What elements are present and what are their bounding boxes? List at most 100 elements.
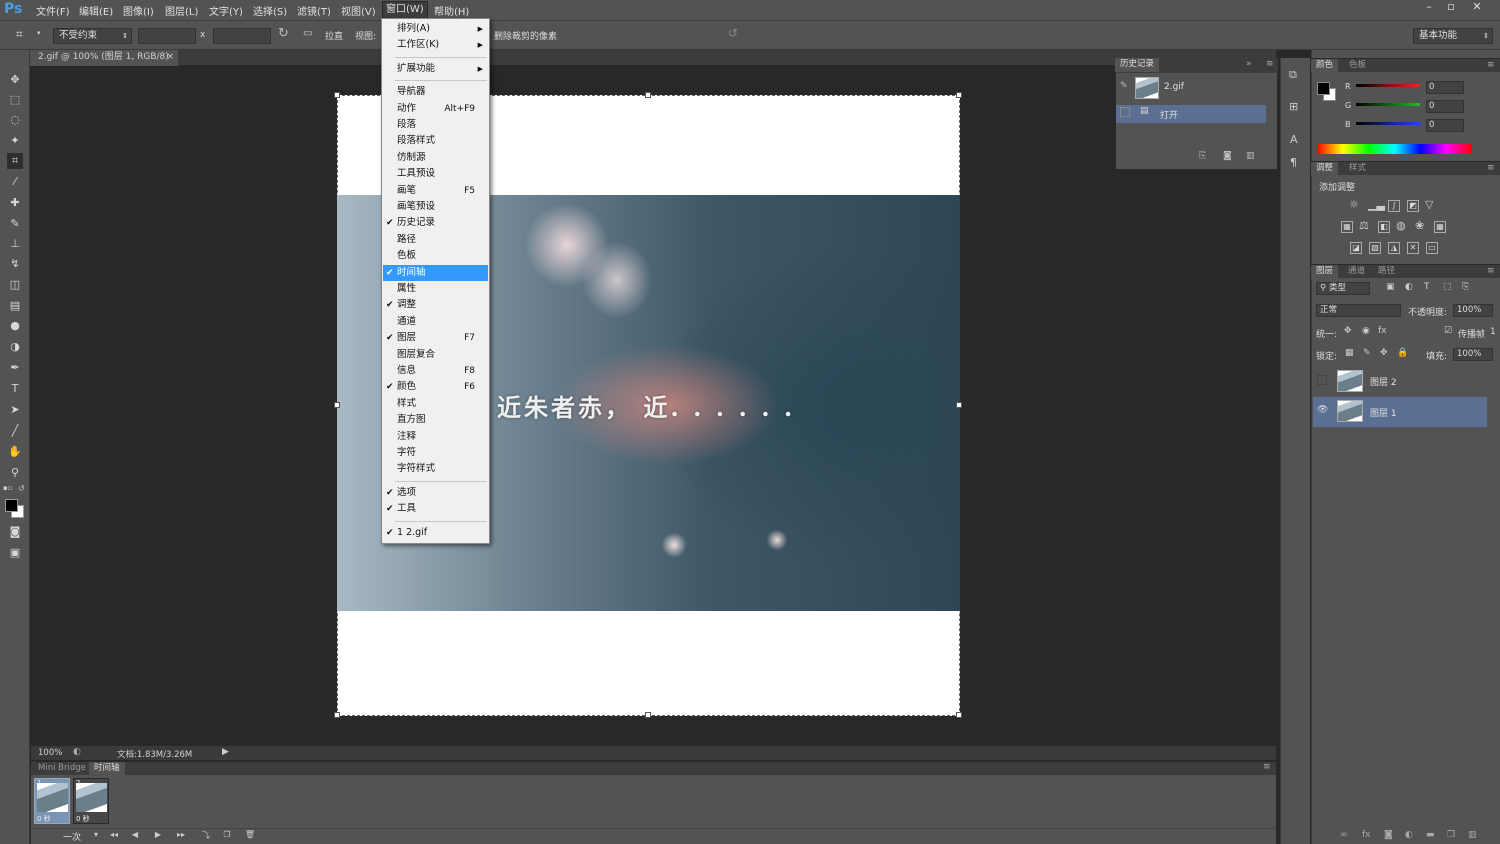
history-step-checkbox[interactable] xyxy=(1120,107,1130,117)
tool-preset-arrow-icon[interactable]: ▾ xyxy=(37,29,41,37)
zoom-tool-icon[interactable]: ⚲ xyxy=(7,465,23,481)
unify-position-icon[interactable]: ✥ xyxy=(1344,326,1352,336)
history-snapshot[interactable]: ✎ 2.gif xyxy=(1116,76,1266,100)
menu-help[interactable]: 帮助(H) xyxy=(434,3,469,18)
opacity-input[interactable]: 100% xyxy=(1453,304,1493,317)
window-menu-item[interactable]: 段落样式 xyxy=(383,133,488,149)
clone-stamp-tool-icon[interactable]: ⊥ xyxy=(7,236,23,252)
tab-mini-bridge[interactable]: Mini Bridge xyxy=(33,762,91,776)
window-menu-item[interactable]: 工具预设 xyxy=(383,166,488,182)
blend-mode-select[interactable]: 正常 xyxy=(1316,304,1401,317)
red-value-input[interactable]: 0 xyxy=(1426,81,1464,94)
eraser-tool-icon[interactable]: ◫ xyxy=(7,277,23,293)
trash-icon[interactable]: ▥ xyxy=(1246,151,1255,161)
menu-select[interactable]: 选择(S) xyxy=(253,3,287,18)
swap-dimensions-label[interactable]: x xyxy=(200,30,205,40)
frame-delay[interactable]: 0 秒 xyxy=(37,814,51,824)
document-tab[interactable]: 2.gif @ 100% (图层 1, RGB/8) × xyxy=(30,50,178,66)
healing-brush-tool-icon[interactable]: ✚ xyxy=(7,195,23,211)
first-frame-icon[interactable]: ◂◂ xyxy=(107,830,121,839)
reset-icon[interactable]: ↺ xyxy=(728,26,738,40)
new-adjustment-layer-icon[interactable]: ◐ xyxy=(1405,830,1413,840)
loop-select[interactable]: 一次 xyxy=(63,830,81,843)
tab-timeline[interactable]: 时间轴 xyxy=(89,762,125,776)
lock-image-icon[interactable]: ✎ xyxy=(1363,348,1371,358)
hand-tool-icon[interactable]: ✋ xyxy=(7,444,23,460)
close-button[interactable]: ✕ xyxy=(1466,0,1488,16)
paragraph-panel-icon[interactable]: ¶ xyxy=(1290,156,1297,169)
dodge-tool-icon[interactable]: ◑ xyxy=(7,339,23,355)
color-lookup-icon[interactable]: ▦ xyxy=(1434,221,1446,233)
window-menu-item[interactable]: ✔ 调整 xyxy=(383,297,488,313)
tween-icon[interactable]: ⤵ xyxy=(199,830,213,841)
character-panel-icon[interactable]: A xyxy=(1290,133,1298,146)
propagate-frame-checkbox[interactable]: ☑ xyxy=(1444,326,1452,336)
blue-slider[interactable] xyxy=(1356,122,1420,125)
blur-tool-icon[interactable]: ● xyxy=(7,318,23,334)
next-frame-icon[interactable]: ▸▸ xyxy=(174,830,188,839)
layer-row[interactable]: 👁 图层 1 xyxy=(1313,397,1487,427)
threshold-icon[interactable]: ◮ xyxy=(1388,242,1400,254)
black-white-icon[interactable]: ◧ xyxy=(1378,221,1390,233)
window-menu-item[interactable]: ✔ 选项 xyxy=(383,485,488,501)
window-menu-item[interactable]: ✔ 颜色 F6 xyxy=(383,379,488,395)
screen-mode-icon[interactable]: ▣ xyxy=(7,545,23,561)
crop-handle-top[interactable] xyxy=(645,92,651,98)
unify-visibility-icon[interactable]: ◉ xyxy=(1362,326,1370,336)
vibrance-icon[interactable]: ▽ xyxy=(1425,198,1433,211)
new-layer-icon[interactable]: ❐ xyxy=(1447,830,1455,840)
green-slider[interactable] xyxy=(1356,103,1420,106)
menu-layer[interactable]: 图层(L) xyxy=(165,3,198,18)
eyedropper-tool-icon[interactable]: ⁄ xyxy=(7,174,23,190)
crop-width-input[interactable] xyxy=(138,28,196,44)
animation-frame[interactable]: 2 0 秒 xyxy=(73,778,109,824)
window-menu-item[interactable]: 字符样式 xyxy=(383,461,488,477)
document-tab-close-icon[interactable]: × xyxy=(166,50,174,65)
crop-tool-icon[interactable]: ⌗ xyxy=(7,153,23,169)
window-menu-item[interactable]: 导航器 xyxy=(383,84,488,100)
rotate-icon[interactable]: ↻ xyxy=(278,26,289,41)
delete-layer-icon[interactable]: ▥ xyxy=(1468,830,1477,840)
history-brush-source-icon[interactable]: ✎ xyxy=(1120,81,1128,91)
crop-tool-icon[interactable]: ⌗ xyxy=(16,27,23,42)
type-filter-icon[interactable]: T xyxy=(1424,282,1430,292)
zoom-level[interactable]: 100% xyxy=(38,748,62,758)
smart-object-filter-icon[interactable]: ⎘ xyxy=(1462,282,1469,292)
exposure-icon[interactable]: ◩ xyxy=(1407,200,1419,212)
window-menu-item[interactable]: ✔ 工具 xyxy=(383,501,488,517)
window-menu-item[interactable]: 图层复合 xyxy=(383,347,488,363)
restore-button[interactable]: ▫ xyxy=(1440,0,1462,16)
window-menu-item[interactable]: 画笔预设 xyxy=(383,199,488,215)
layer-style-icon[interactable]: fx xyxy=(1362,830,1371,840)
crop-handle-left[interactable] xyxy=(334,402,340,408)
window-menu-item[interactable]: 路径 xyxy=(383,232,488,248)
animation-frame[interactable]: 1 0 秒 xyxy=(34,778,70,824)
move-tool-icon[interactable]: ✥ xyxy=(7,72,23,88)
menu-window[interactable]: 窗口(W) xyxy=(382,1,428,19)
window-menu-item[interactable]: 字符 xyxy=(383,445,488,461)
layer-filter-select[interactable]: ⚲ 类型 xyxy=(1316,282,1370,295)
channel-mixer-icon[interactable]: ❀ xyxy=(1415,219,1424,232)
selective-color-icon[interactable]: ✕ xyxy=(1407,242,1419,254)
loop-arrow-icon[interactable]: ▾ xyxy=(89,830,103,839)
properties-panel-icon[interactable]: ⊞ xyxy=(1289,100,1298,113)
pen-tool-icon[interactable]: ✒ xyxy=(7,360,23,376)
unify-style-icon[interactable]: fx xyxy=(1378,326,1387,336)
play-icon[interactable]: ▶ xyxy=(151,830,165,839)
add-mask-icon[interactable]: ◙ xyxy=(1384,830,1393,840)
camera-icon[interactable]: ◙ xyxy=(1223,151,1232,161)
previous-frame-icon[interactable]: ◀ xyxy=(128,830,142,839)
color-balance-icon[interactable]: ⚖ xyxy=(1359,219,1369,232)
crop-constraint-select[interactable]: 不受约束 ⇕ xyxy=(53,28,132,44)
window-menu-item[interactable]: 工作区(K) ▶ xyxy=(383,37,488,53)
crop-handle-top-left[interactable] xyxy=(334,92,340,98)
tab-history[interactable]: 历史记录 xyxy=(1115,58,1160,72)
layer-row[interactable]: 图层 2 xyxy=(1313,367,1487,395)
window-menu-item[interactable]: 直方图 xyxy=(383,412,488,428)
foreground-color-swatch[interactable] xyxy=(5,499,18,512)
brightness-contrast-icon[interactable]: ☼ xyxy=(1349,198,1359,211)
window-menu-item[interactable]: 仿制源 xyxy=(383,150,488,166)
red-slider[interactable] xyxy=(1356,84,1420,87)
window-menu-item[interactable]: 段落 xyxy=(383,117,488,133)
delete-frame-icon[interactable]: 🗑 xyxy=(243,830,257,839)
